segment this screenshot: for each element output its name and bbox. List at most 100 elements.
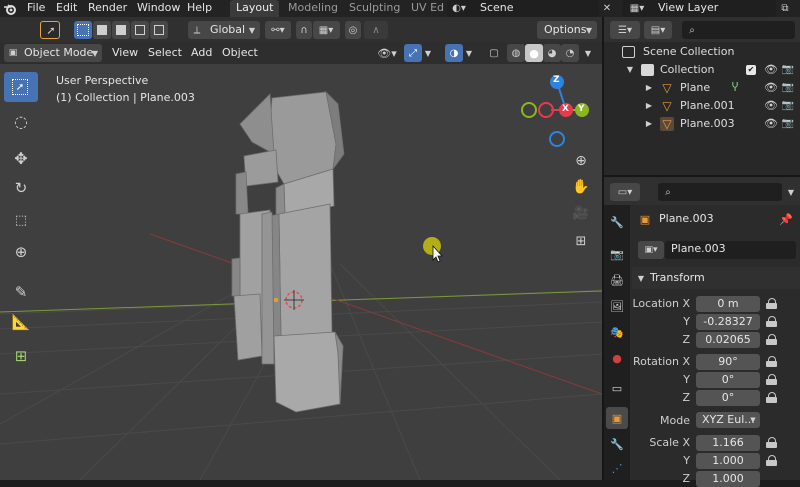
tab-uv-editing[interactable]: UV Ed [405, 0, 450, 17]
scale-z-field[interactable]: 1.000 [696, 471, 760, 487]
location-x-field[interactable]: 0 m [696, 296, 760, 312]
object-name-field[interactable]: Plane.003 [665, 241, 796, 259]
particles-tab-icon[interactable]: ⋰ [608, 459, 626, 477]
pan-hand-icon[interactable]: ✋ [570, 176, 592, 198]
rotation-z-field[interactable]: 0° [696, 390, 760, 406]
tool-tab-icon[interactable]: 🔧 [608, 213, 626, 231]
eye-icon[interactable]: 👁 [764, 117, 778, 131]
scene-selector[interactable]: ◐▾ Scene [447, 0, 599, 17]
menu-object[interactable]: Object [222, 45, 258, 62]
proportional-edit-toggle[interactable]: ◎ [345, 21, 361, 39]
select-tool-indicator[interactable]: ➚ [40, 21, 60, 39]
lock-icon[interactable] [766, 455, 778, 466]
menu-help[interactable]: Help [187, 0, 212, 17]
menu-edit[interactable]: Edit [56, 0, 77, 17]
scale-tool-icon[interactable]: ⬚ [8, 208, 34, 232]
overlays-toggle[interactable]: ◑ [445, 44, 463, 62]
visibility-eye-icon[interactable]: 👁▾ [374, 45, 400, 61]
properties-options[interactable]: ▼ [784, 183, 798, 201]
output-tab-icon[interactable]: 🖨 [608, 271, 626, 289]
outliner-row-collection[interactable]: ▼ Collection ✔ 👁 📷 [614, 61, 798, 79]
outliner-row-plane[interactable]: ▶ ▽ Plane Ⴤ 👁 📷 [614, 79, 798, 97]
object-mode-dropdown[interactable]: ▣ Object Mode ▼ [4, 44, 102, 62]
rotate-tool-icon[interactable]: ↻ [8, 176, 34, 200]
render-tab-icon[interactable]: 📷 [608, 245, 626, 263]
properties-editor-type[interactable]: ▭▾ [610, 183, 640, 201]
pivot-point-dropdown[interactable]: ⚯▾ [265, 21, 291, 39]
outliner-row-plane-001[interactable]: ▶ ▽ Plane.001 👁 📷 [614, 97, 798, 115]
view-layer-field[interactable]: View Layer [652, 0, 776, 17]
object-browse-dropdown[interactable]: ▣▾ [638, 241, 664, 259]
eye-icon[interactable]: 👁 [764, 81, 778, 95]
location-y-field[interactable]: -0.28327 [696, 314, 760, 330]
shading-material[interactable]: ◕ [543, 44, 561, 62]
lock-icon[interactable] [766, 356, 778, 367]
eye-icon[interactable]: 👁 [764, 63, 778, 77]
render-camera-icon[interactable]: 📷 [781, 63, 795, 77]
move-tool-icon[interactable]: ✥ [8, 146, 34, 170]
options-dropdown[interactable]: Options ▼ [537, 21, 597, 39]
rotation-mode-dropdown[interactable]: XYZ Eul... ▼ [696, 412, 760, 428]
world-tab-icon[interactable]: ● [608, 349, 626, 367]
close-icon[interactable]: ✕ [600, 1, 614, 16]
menu-render[interactable]: Render [88, 0, 127, 17]
blender-logo-icon[interactable] [2, 1, 18, 16]
copy-icon[interactable]: ⧉ [778, 1, 792, 16]
scene-tab-icon[interactable]: 🎭 [608, 323, 626, 341]
object-tab-icon[interactable]: ▣ [606, 407, 628, 429]
select-mode-invert[interactable] [131, 21, 149, 39]
eye-icon[interactable]: 👁 [764, 99, 778, 113]
transform-panel-header[interactable]: ▼ Transform [632, 267, 800, 289]
scale-y-field[interactable]: 1.000 [696, 453, 760, 469]
collection-tab-icon[interactable]: ▭ [608, 379, 626, 397]
transform-tool-icon[interactable]: ⊕ [8, 240, 34, 264]
select-mode-intersect[interactable] [150, 21, 168, 39]
modifier-wrench-icon[interactable]: 🔧 [608, 435, 626, 453]
lock-icon[interactable] [766, 374, 778, 385]
camera-icon[interactable]: 🎥 [570, 202, 592, 224]
view-layer-browse[interactable]: ▦▾ [622, 0, 652, 17]
chevron-down-icon[interactable]: ▼ [464, 45, 474, 61]
shading-wireframe[interactable]: ◍ [507, 44, 525, 62]
shading-solid[interactable]: ● [525, 44, 543, 62]
gizmo-toggle[interactable]: ⤢ [404, 44, 422, 62]
menu-window[interactable]: Window [137, 0, 180, 17]
select-mode-extend[interactable] [93, 21, 111, 39]
outliner-search-field[interactable]: ⌕ [682, 21, 795, 39]
lock-icon[interactable] [766, 437, 778, 448]
shading-rendered[interactable]: ◔ [561, 44, 579, 62]
scale-x-field[interactable]: 1.166 [696, 435, 760, 451]
annotate-tool-icon[interactable]: ✎ [8, 280, 34, 304]
render-camera-icon[interactable]: 📷 [781, 81, 795, 95]
chevron-down-icon[interactable]: ▼ [423, 45, 433, 61]
lock-icon[interactable] [766, 334, 778, 345]
lock-icon[interactable] [766, 316, 778, 327]
outliner-row-scene-collection[interactable]: Scene Collection [614, 43, 798, 61]
outliner-row-plane-003[interactable]: ▶ ▽ Plane.003 👁 📷 [614, 115, 798, 133]
grid-view-icon[interactable]: ⊞ [570, 230, 592, 252]
tab-sculpting[interactable]: Sculpting [343, 0, 406, 17]
select-mode-new[interactable] [74, 21, 92, 39]
menu-view[interactable]: View [112, 45, 138, 62]
render-camera-icon[interactable]: 📷 [781, 117, 795, 131]
3d-viewport[interactable]: User Perspective (1) Collection | Plane.… [0, 64, 602, 480]
transform-orientation-dropdown[interactable]: ⟂ Global ▼ [188, 21, 260, 39]
rotation-y-field[interactable]: 0° [696, 372, 760, 388]
measure-tool-icon[interactable]: 📐 [8, 310, 34, 334]
rotation-x-field[interactable]: 90° [696, 354, 760, 370]
editor-type-dropdown[interactable]: ☰▾ [610, 21, 640, 39]
zoom-icon[interactable]: ⊕ [570, 150, 592, 172]
collection-checkbox[interactable]: ✔ [746, 65, 756, 75]
xray-toggle[interactable]: ▢ [486, 44, 502, 62]
snap-toggle[interactable]: ∩ [296, 21, 312, 39]
location-z-field[interactable]: 0.02065 [696, 332, 760, 348]
menu-add[interactable]: Add [191, 45, 212, 62]
menu-select[interactable]: Select [148, 45, 182, 62]
lock-icon[interactable] [766, 392, 778, 403]
tool-select-box[interactable]: ➚ [4, 72, 38, 102]
tab-layout[interactable]: Layout [230, 0, 280, 17]
display-mode-dropdown[interactable]: ▤▾ [644, 21, 672, 39]
properties-search-field[interactable]: ⌕ [658, 183, 782, 201]
render-camera-icon[interactable]: 📷 [781, 99, 795, 113]
tab-modeling[interactable]: Modeling [282, 0, 344, 17]
